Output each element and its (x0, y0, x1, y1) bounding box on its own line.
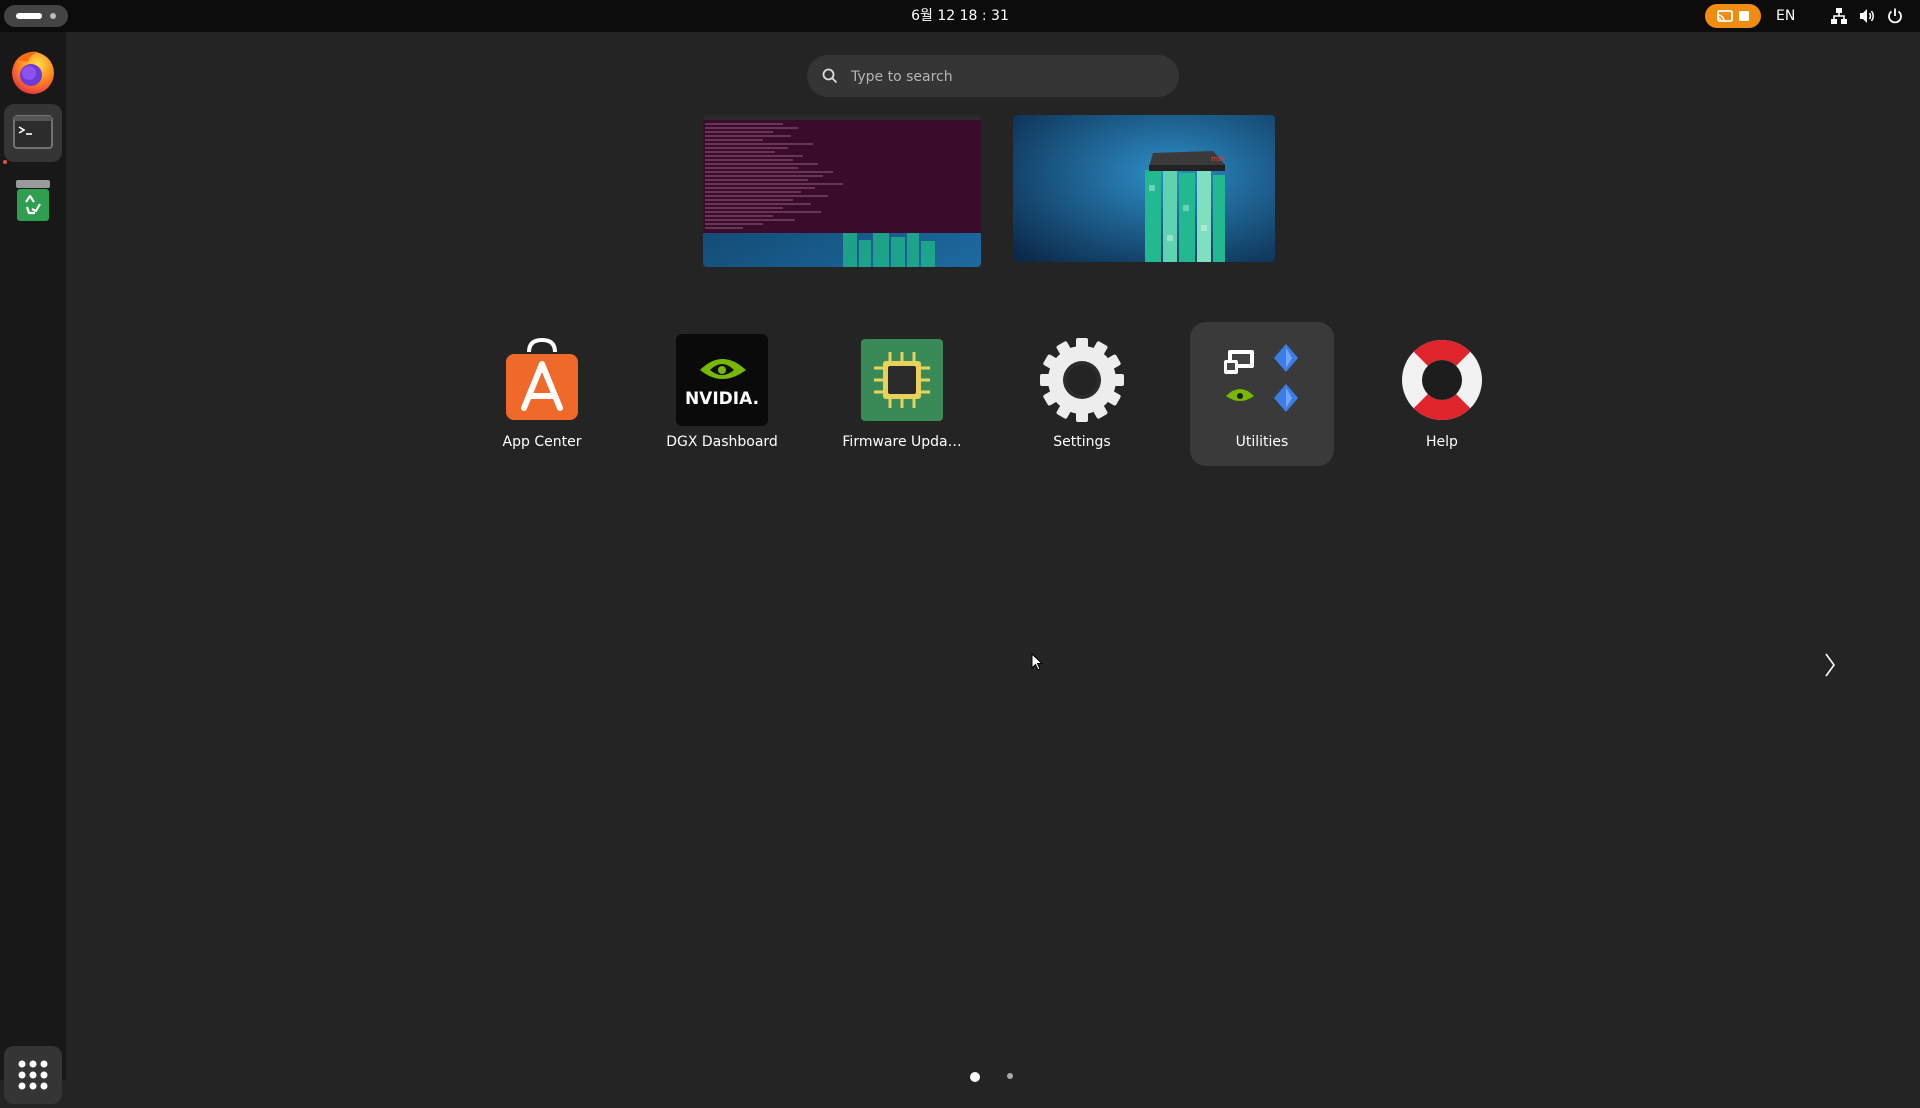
msi-logo: msi (1211, 155, 1223, 163)
running-indicator (3, 160, 7, 164)
volume-icon[interactable] (1858, 7, 1876, 25)
workspace-thumbnail-1[interactable] (703, 115, 981, 267)
monitor-icon (1224, 350, 1254, 374)
chip-icon (861, 339, 943, 421)
screen-share-icon (1717, 10, 1749, 22)
gear-icon (1040, 338, 1124, 422)
chevron-right-icon[interactable] (1818, 650, 1842, 680)
dock-item-terminal[interactable] (4, 104, 62, 162)
app-label: Help (1426, 434, 1458, 450)
page-indicator-1[interactable] (970, 1072, 980, 1082)
trash-icon (16, 180, 50, 221)
clock[interactable]: 6월 12 18 : 31 (0, 0, 1920, 32)
app-label: Utilities (1235, 434, 1289, 450)
dock-item-trash[interactable] (4, 172, 62, 230)
svg-text:NVIDIA.: NVIDIA. (685, 389, 759, 409)
power-icon[interactable] (1886, 7, 1904, 25)
wallpaper-preview: msi (1013, 115, 1275, 262)
dock-item-firefox[interactable] (4, 42, 62, 100)
firefox-icon (12, 51, 54, 94)
search-bar[interactable] (807, 55, 1179, 99)
search-input[interactable] (849, 55, 1163, 99)
terminal-window-preview (703, 115, 981, 267)
folder-icon (1224, 344, 1298, 412)
mouse-cursor (1031, 653, 1044, 671)
network-wired-icon[interactable] (1830, 7, 1848, 25)
page-indicator-2[interactable] (1007, 1073, 1013, 1079)
app-label: DGX Dashboard (666, 434, 778, 450)
app-help[interactable]: Help (1370, 322, 1514, 466)
nvidia-icon: NVIDIA. (676, 334, 768, 426)
search-icon (822, 68, 838, 84)
lifebuoy-icon (1402, 340, 1482, 420)
app-label: Firmware Upda… (842, 434, 962, 450)
app-center-icon (506, 337, 578, 420)
terminal-icon (13, 115, 53, 149)
dock (0, 32, 66, 1104)
grid-icon (18, 1060, 48, 1090)
app-app-center[interactable]: App Center (470, 322, 614, 466)
top-bar: 6월 12 18 : 31 EN (0, 0, 1920, 32)
show-apps-button[interactable] (4, 1046, 62, 1104)
app-label: Settings (1053, 434, 1111, 450)
app-folder-utilities[interactable]: Utilities (1190, 322, 1334, 466)
input-source-indicator[interactable]: EN (1776, 0, 1795, 32)
workspace-thumbnail-2[interactable]: msi (1013, 115, 1275, 262)
app-label: App Center (502, 434, 582, 450)
screencast-indicator[interactable] (1705, 4, 1761, 28)
app-dgx-dashboard[interactable]: NVIDIA. DGX Dashboard (650, 322, 794, 466)
app-firmware-updater[interactable]: Firmware Upda… (830, 322, 974, 466)
app-settings[interactable]: Settings (1010, 322, 1154, 466)
